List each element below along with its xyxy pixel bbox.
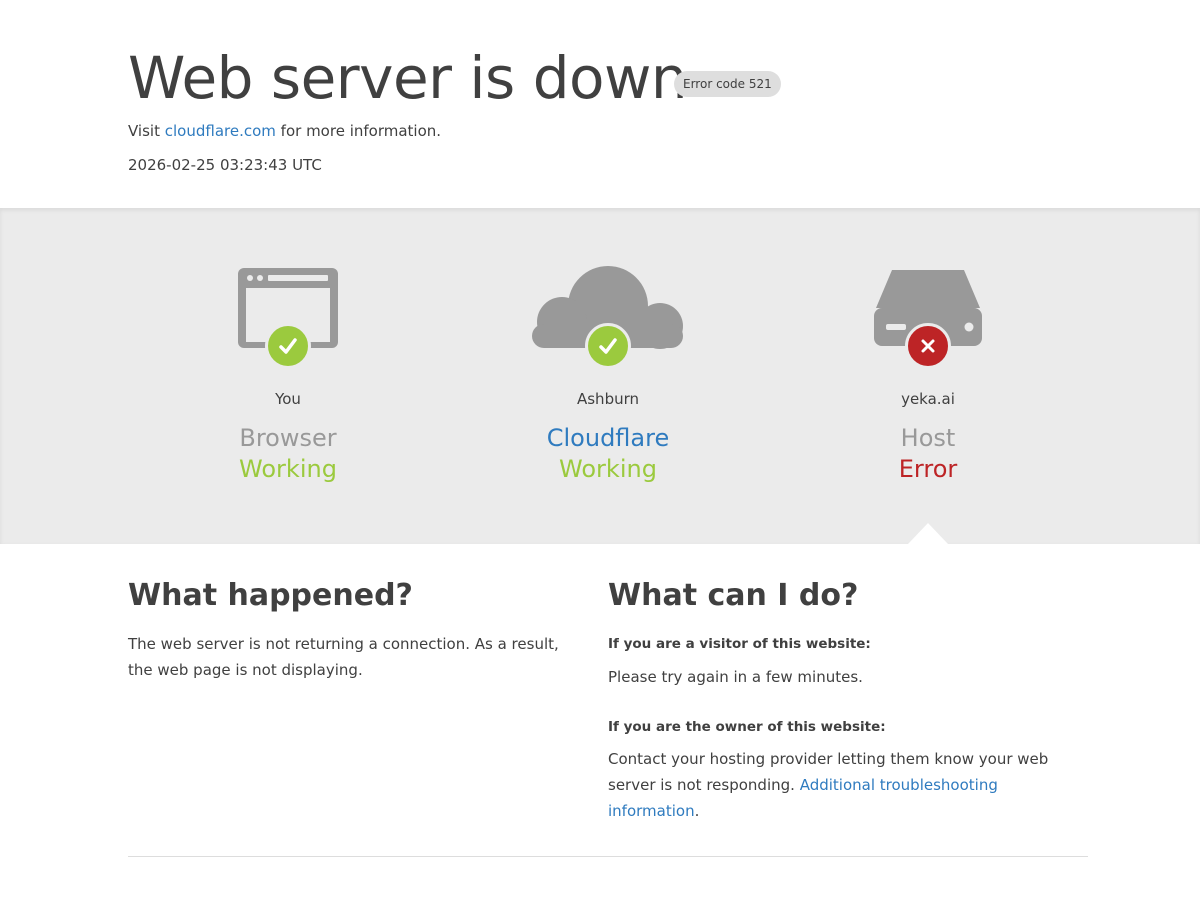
status-location: Ashburn: [576, 390, 640, 408]
owner-period: .: [694, 802, 700, 820]
cloud-icon: [508, 264, 708, 374]
status-state: Error: [898, 455, 958, 483]
visit-line: Visit cloudflare.com for more informatio…: [128, 120, 441, 142]
what-happened-heading: What happened?: [128, 578, 413, 613]
what-happened-body: The web server is not returning a connec…: [128, 635, 559, 679]
details-section: What happened? The web server is not ret…: [0, 544, 1200, 900]
server-icon: [828, 264, 1028, 374]
page-title: Web server is down: [128, 44, 688, 112]
what-can-i-do-heading: What can I do?: [608, 578, 859, 613]
close-icon: [905, 323, 951, 369]
error-pointer: [908, 523, 948, 544]
status-kind: Browser: [239, 424, 337, 452]
status-location: You: [275, 390, 301, 408]
owner-label: If you are the owner of this website:: [608, 719, 886, 735]
cloudflare-kind-link[interactable]: Cloudflare: [448, 423, 768, 453]
visitor-text: Please try again in a few minutes.: [608, 668, 863, 686]
footer-divider: [128, 856, 1088, 857]
check-icon: [585, 323, 631, 369]
status-state: Working: [559, 455, 657, 483]
check-icon: [265, 323, 311, 369]
visit-suffix: for more information.: [280, 122, 442, 140]
browser-icon: [188, 264, 388, 374]
status-state: Working: [239, 455, 337, 483]
status-band: You Browser Working Ashburn Cloudflare W…: [0, 208, 1200, 544]
error-code-badge: Error code 521: [674, 71, 781, 97]
status-host: yeka.ai Host Error: [768, 208, 1088, 544]
status-browser: You Browser Working: [128, 208, 448, 544]
visitor-label: If you are a visitor of this website:: [608, 636, 871, 652]
owner-text-block: Contact your hosting provider letting th…: [608, 746, 1068, 824]
timestamp: 2026-02-25 03:23:43 UTC: [128, 156, 322, 174]
visit-prefix: Visit: [128, 122, 160, 140]
page-header: Web server is down Error code 521 Visit …: [0, 0, 1200, 208]
status-kind: Host: [900, 424, 956, 452]
cloudflare-link[interactable]: cloudflare.com: [165, 122, 276, 140]
status-location: yeka.ai: [901, 390, 955, 408]
status-cloudflare: Ashburn Cloudflare Working: [448, 208, 768, 544]
